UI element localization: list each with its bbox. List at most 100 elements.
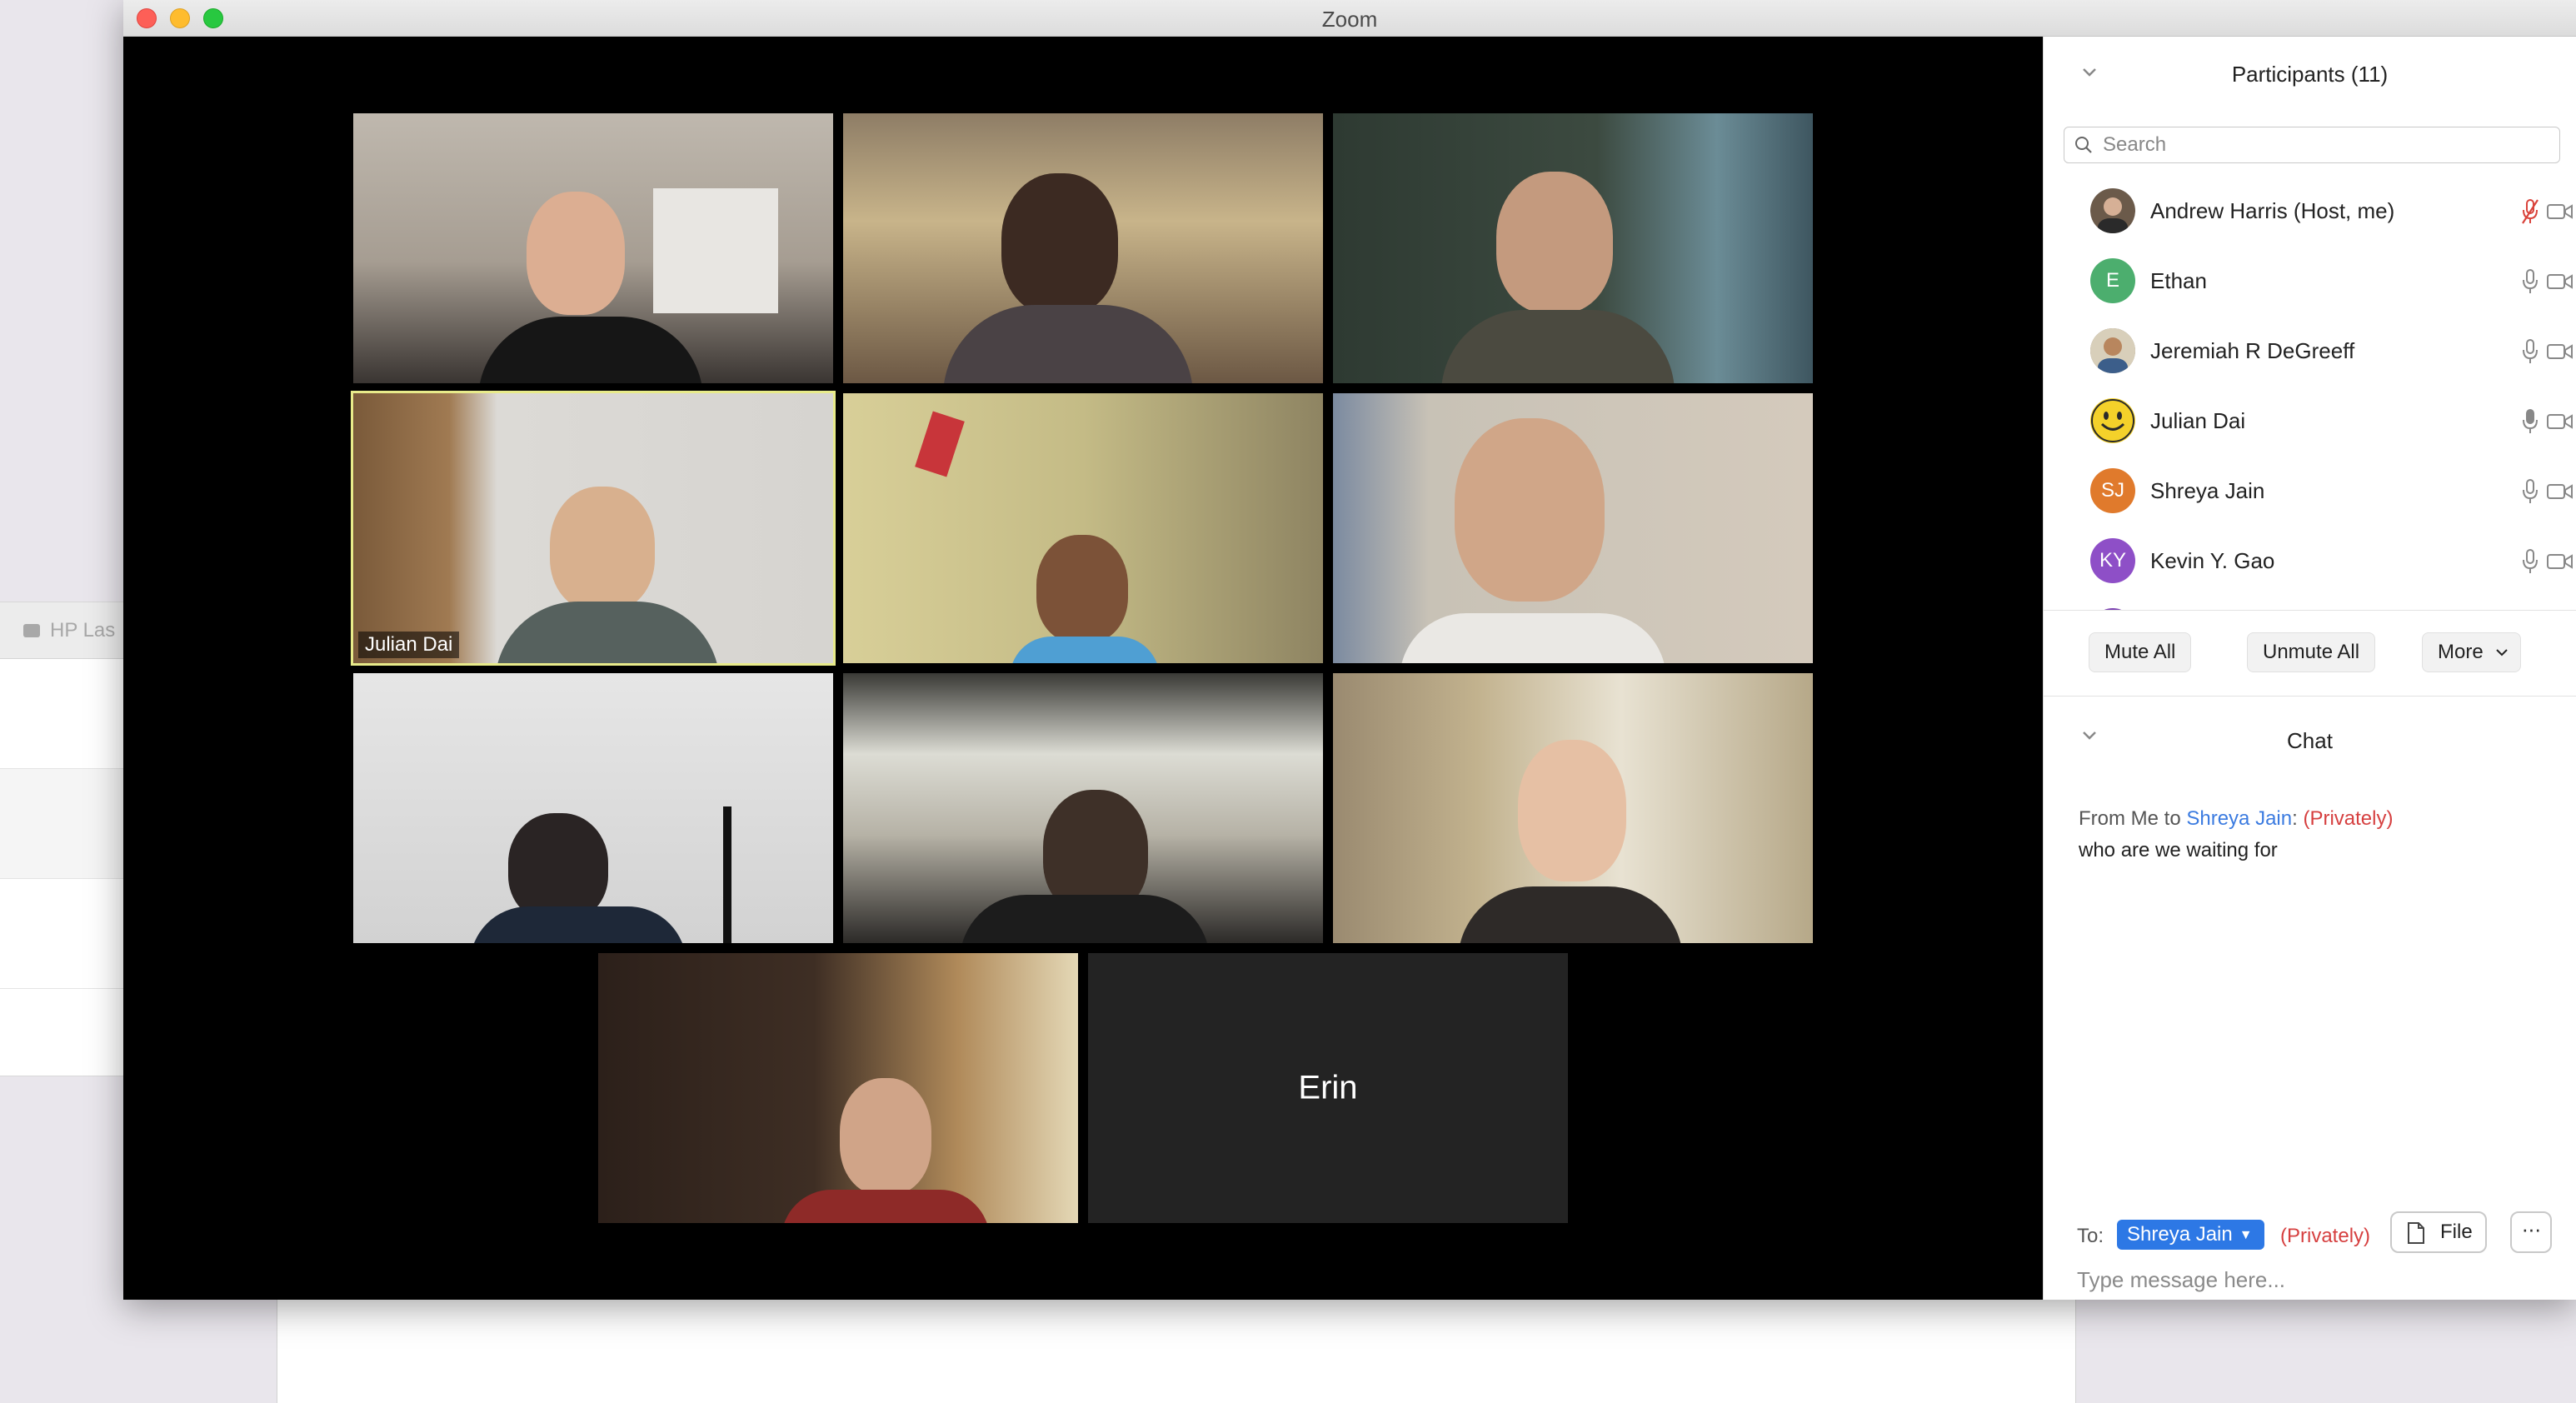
participant-row[interactable]: SJ Shreya Jain xyxy=(2044,457,2576,527)
camera-icon[interactable] xyxy=(2547,482,2574,502)
muted-mic-icon[interactable] xyxy=(2522,198,2539,225)
recipient-select-value: Shreya Jain xyxy=(2127,1223,2233,1246)
participant-name-placeholder: Erin xyxy=(1298,1069,1358,1106)
participants-title: Participants (11) xyxy=(2231,62,2389,87)
participant-body xyxy=(1010,637,1160,663)
caret-down-icon: ▼ xyxy=(2239,1228,2253,1242)
participant-head xyxy=(1036,535,1128,643)
camera-icon[interactable] xyxy=(2547,412,2574,432)
participant-row[interactable]: KY Kevin Y. Gao xyxy=(2044,527,2576,597)
mic-icon[interactable] xyxy=(2522,548,2539,575)
search-icon xyxy=(2075,137,2092,153)
avatar: SJ xyxy=(2090,468,2135,513)
chat-from-label: From Me to xyxy=(2079,807,2187,830)
participants-list: Andrew Harris (Host, me) E Ethan Jeremia… xyxy=(2044,177,2576,643)
participant-name: Jeremiah R DeGreeff xyxy=(2150,338,2355,363)
chat-privacy-label: (Privately) xyxy=(2303,807,2394,830)
participant-head xyxy=(527,192,625,315)
camera-icon[interactable] xyxy=(2547,202,2574,222)
participant-row[interactable]: Andrew Harris (Host, me) xyxy=(2044,177,2576,247)
avatar xyxy=(2090,188,2135,233)
camera-icon[interactable] xyxy=(2547,342,2574,362)
chat-message-meta: From Me to Shreya Jain: (Privately) xyxy=(2079,803,2545,835)
mic-icon[interactable] xyxy=(2522,268,2539,295)
participant-head xyxy=(1496,172,1613,313)
background-list-row xyxy=(0,769,124,879)
participant-row[interactable]: E Ethan xyxy=(2044,247,2576,317)
background-list-row xyxy=(0,879,124,989)
video-background-detail xyxy=(723,806,731,943)
camera-icon[interactable] xyxy=(2547,272,2574,292)
participant-name: Andrew Harris (Host, me) xyxy=(2150,198,2395,223)
video-tile[interactable] xyxy=(598,953,1078,1223)
participant-search[interactable] xyxy=(2064,127,2560,163)
video-tile[interactable] xyxy=(843,113,1323,383)
background-list-row xyxy=(0,659,124,769)
avatar: KY xyxy=(2090,538,2135,583)
participant-body xyxy=(781,1190,990,1223)
minimize-window-button[interactable] xyxy=(170,8,190,28)
side-panel: Participants (11) Andrew Harris (Host, m… xyxy=(2043,37,2576,1300)
chat-recipient-link[interactable]: Shreya Jain xyxy=(2186,807,2292,830)
participant-name: Ethan xyxy=(2150,268,2207,293)
zoom-window: Zoom Julian Dai Erin Participants (11) S… xyxy=(123,0,2576,1300)
participant-head xyxy=(1518,740,1626,881)
video-background-detail xyxy=(653,188,778,313)
participant-head xyxy=(840,1078,931,1195)
mic-icon[interactable] xyxy=(2522,338,2539,365)
background-printer-window[interactable]: HP Las xyxy=(0,602,125,1076)
background-window-title: HP Las xyxy=(50,618,116,642)
avatar: E xyxy=(2090,258,2135,303)
chat-separator: : xyxy=(2292,807,2304,830)
more-options-button[interactable]: More xyxy=(2422,632,2521,672)
message-input[interactable] xyxy=(2077,1261,2552,1298)
video-tile[interactable] xyxy=(843,393,1323,663)
search-input[interactable] xyxy=(2103,132,2553,157)
participant-name: Shreya Jain xyxy=(2150,478,2265,503)
window-titlebar[interactable]: Zoom xyxy=(123,0,2576,37)
background-document-window[interactable] xyxy=(277,1283,2076,1403)
to-label: To: xyxy=(2077,1225,2104,1247)
video-tile[interactable] xyxy=(843,673,1323,943)
chat-more-button[interactable]: ··· xyxy=(2510,1211,2552,1253)
participant-name: Julian Dai xyxy=(2150,408,2246,433)
video-tile-no-video[interactable]: Erin xyxy=(1088,953,1568,1223)
video-tile[interactable] xyxy=(1333,673,1813,943)
more-label: More xyxy=(2438,641,2484,663)
video-tile[interactable] xyxy=(353,673,833,943)
close-window-button[interactable] xyxy=(137,8,157,28)
chat-header: Chat xyxy=(2044,710,2576,773)
video-tile[interactable] xyxy=(353,113,833,383)
file-icon xyxy=(2408,1222,2424,1244)
participant-body xyxy=(470,906,686,943)
participant-head xyxy=(550,487,655,612)
mic-icon[interactable] xyxy=(2522,408,2539,435)
gallery-view: Julian Dai Erin xyxy=(123,37,2043,1300)
mute-all-button[interactable]: Mute All xyxy=(2089,632,2192,672)
participant-row[interactable]: Jeremiah R DeGreeff xyxy=(2044,317,2576,387)
video-tile[interactable] xyxy=(1333,393,1813,663)
mic-icon[interactable] xyxy=(2522,478,2539,505)
camera-icon[interactable] xyxy=(2547,552,2574,572)
file-button-label: File xyxy=(2440,1221,2473,1243)
unmute-all-button[interactable]: Unmute All xyxy=(2247,632,2376,672)
chat-title: Chat xyxy=(2287,728,2333,753)
privacy-label: (Privately) xyxy=(2280,1225,2371,1247)
window-title: Zoom xyxy=(1321,7,1378,32)
printer-icon xyxy=(23,623,40,637)
video-tile[interactable] xyxy=(1333,113,1813,383)
file-button[interactable]: File xyxy=(2390,1211,2487,1253)
video-feed xyxy=(598,953,1078,1223)
fullscreen-window-button[interactable] xyxy=(203,8,223,28)
participant-body xyxy=(960,895,1210,943)
recipient-select[interactable]: Shreya Jain ▼ xyxy=(2117,1220,2264,1250)
participant-head xyxy=(1455,418,1605,602)
smiley-avatar xyxy=(2090,398,2135,443)
video-tile-active-speaker[interactable]: Julian Dai xyxy=(351,391,836,666)
chat-message-text: who are we waiting for xyxy=(2079,839,2278,861)
chat-message: From Me to Shreya Jain: (Privately) who … xyxy=(2079,803,2545,866)
participant-body xyxy=(1400,613,1666,663)
participant-row[interactable]: Julian Dai xyxy=(2044,387,2576,457)
active-speaker-name: Julian Dai xyxy=(358,632,460,658)
chat-compose: To: Shreya Jain ▼ (Privately) File ··· xyxy=(2044,1178,2576,1300)
